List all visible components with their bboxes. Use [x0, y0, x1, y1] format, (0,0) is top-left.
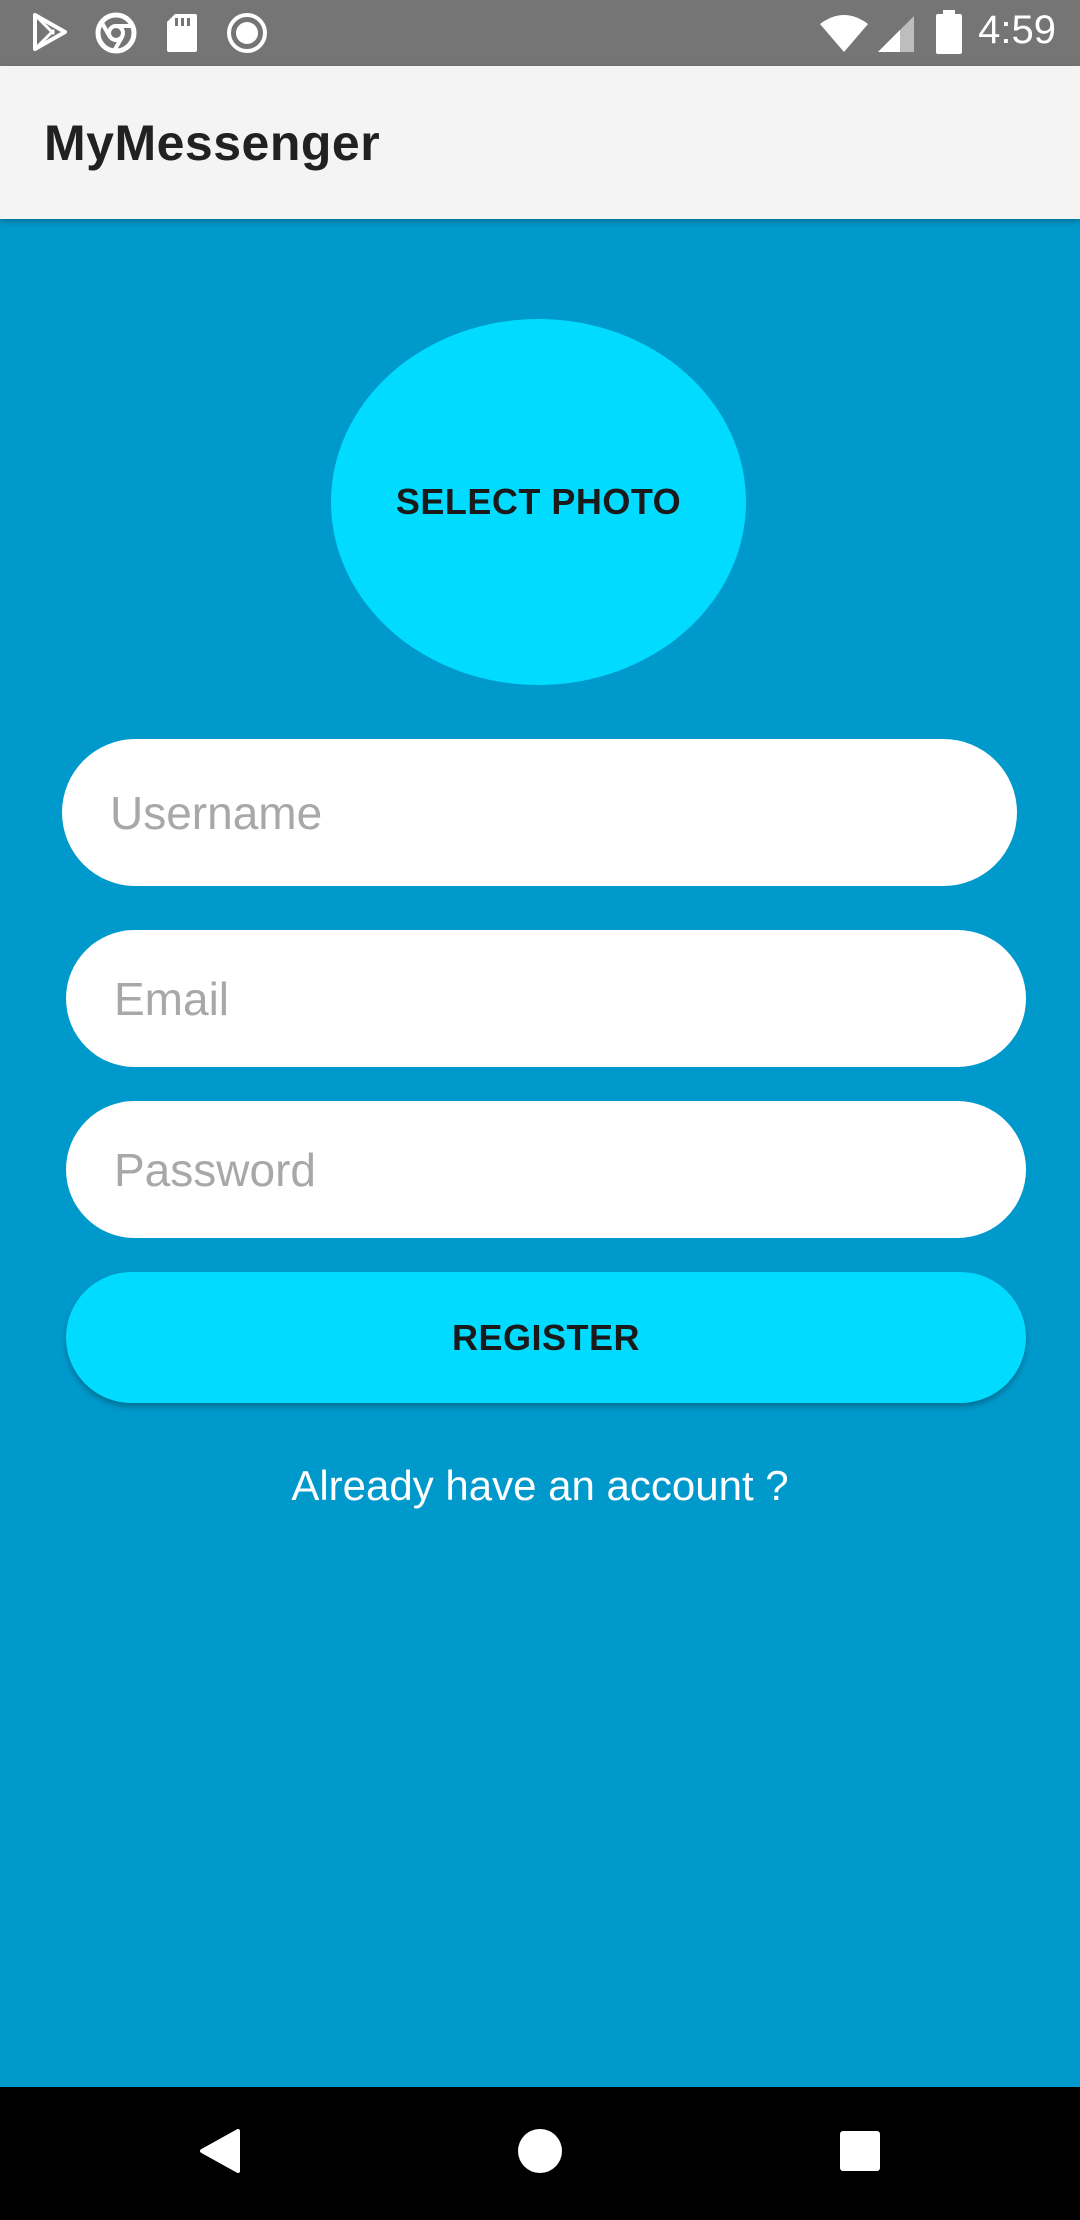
screen: 4:59 MyMessenger SELECT PHOTO REGISTER A…	[0, 0, 1080, 2220]
email-input[interactable]	[112, 970, 1026, 1027]
record-icon	[226, 12, 268, 59]
already-have-account-link[interactable]: Already have an account ?	[0, 1462, 1080, 1510]
home-button[interactable]	[460, 2087, 620, 2220]
sd-card-icon	[165, 12, 199, 59]
back-button[interactable]	[140, 2087, 300, 2220]
battery-icon	[935, 10, 963, 59]
select-photo-button[interactable]: SELECT PHOTO	[331, 319, 746, 685]
register-button[interactable]: REGISTER	[66, 1272, 1026, 1403]
recents-button[interactable]	[780, 2087, 940, 2220]
app-title: MyMessenger	[44, 115, 381, 171]
app-bar: MyMessenger	[0, 66, 1080, 219]
username-input[interactable]	[108, 784, 1017, 841]
home-icon	[517, 2128, 563, 2179]
signal-icon	[876, 14, 916, 59]
status-bar: 4:59	[0, 0, 1080, 66]
status-time: 4:59	[978, 8, 1056, 52]
password-field[interactable]	[66, 1101, 1026, 1238]
chrome-icon	[95, 12, 137, 59]
email-field[interactable]	[66, 930, 1026, 1067]
play-store-icon	[30, 12, 70, 57]
register-label: REGISTER	[451, 1316, 641, 1358]
username-field[interactable]	[62, 739, 1017, 886]
select-photo-label: SELECT PHOTO	[395, 481, 682, 522]
nav-bar	[0, 2087, 1080, 2220]
password-input[interactable]	[112, 1141, 1026, 1198]
back-icon	[198, 2127, 242, 2180]
wifi-icon	[818, 14, 870, 59]
recents-icon	[839, 2130, 881, 2177]
